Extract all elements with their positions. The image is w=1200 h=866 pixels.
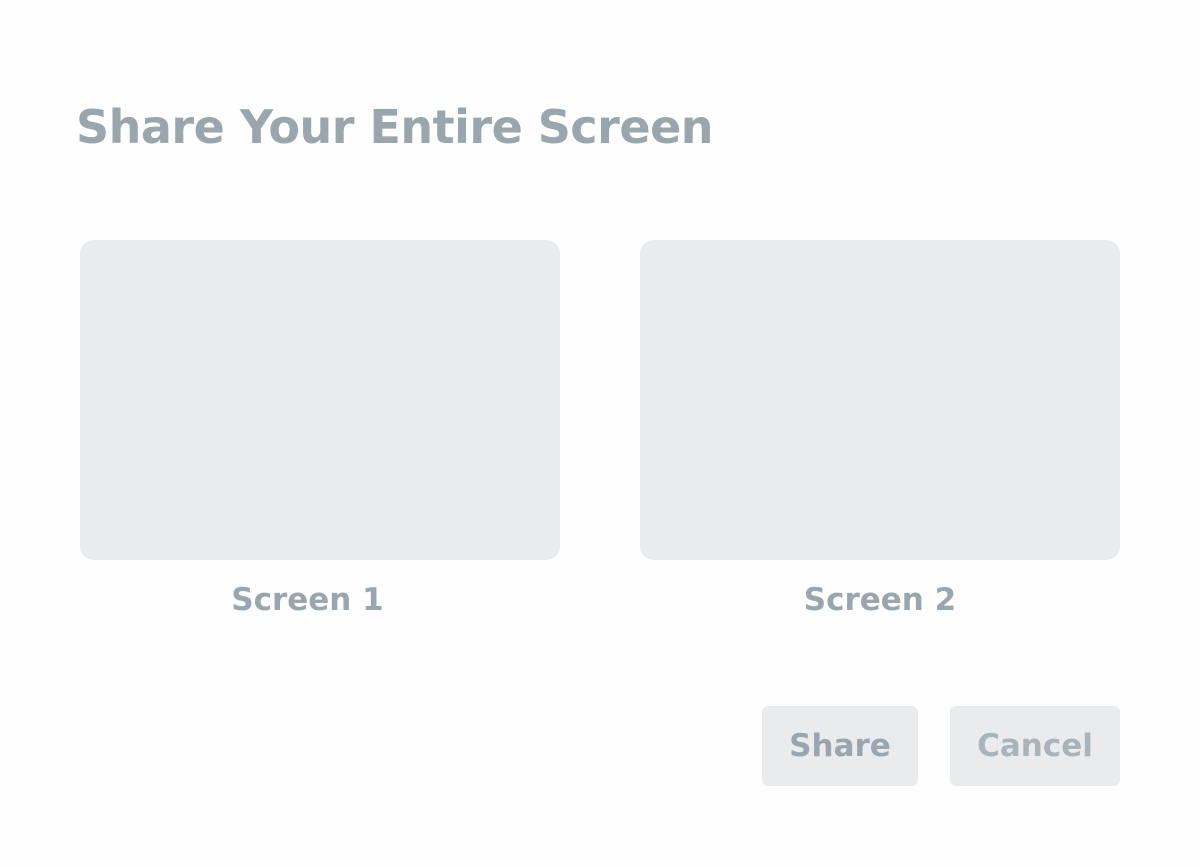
screen-option-2[interactable]: Screen 2 <box>640 240 1120 618</box>
dialog-title: Share Your Entire Screen <box>76 100 714 154</box>
share-button[interactable]: Share <box>762 706 918 786</box>
screen-label: Screen 2 <box>803 582 957 618</box>
share-screen-dialog: Share Your Entire Screen Screen 1 Screen… <box>0 0 1200 866</box>
cancel-button[interactable]: Cancel <box>950 706 1120 786</box>
screen-thumbnail[interactable] <box>640 240 1120 560</box>
screen-options: Screen 1 Screen 2 <box>80 240 1120 618</box>
screen-label: Screen 1 <box>231 582 384 618</box>
screen-option-1[interactable]: Screen 1 <box>80 240 560 618</box>
screen-thumbnail[interactable] <box>80 240 560 560</box>
dialog-actions: Share Cancel <box>762 706 1120 786</box>
